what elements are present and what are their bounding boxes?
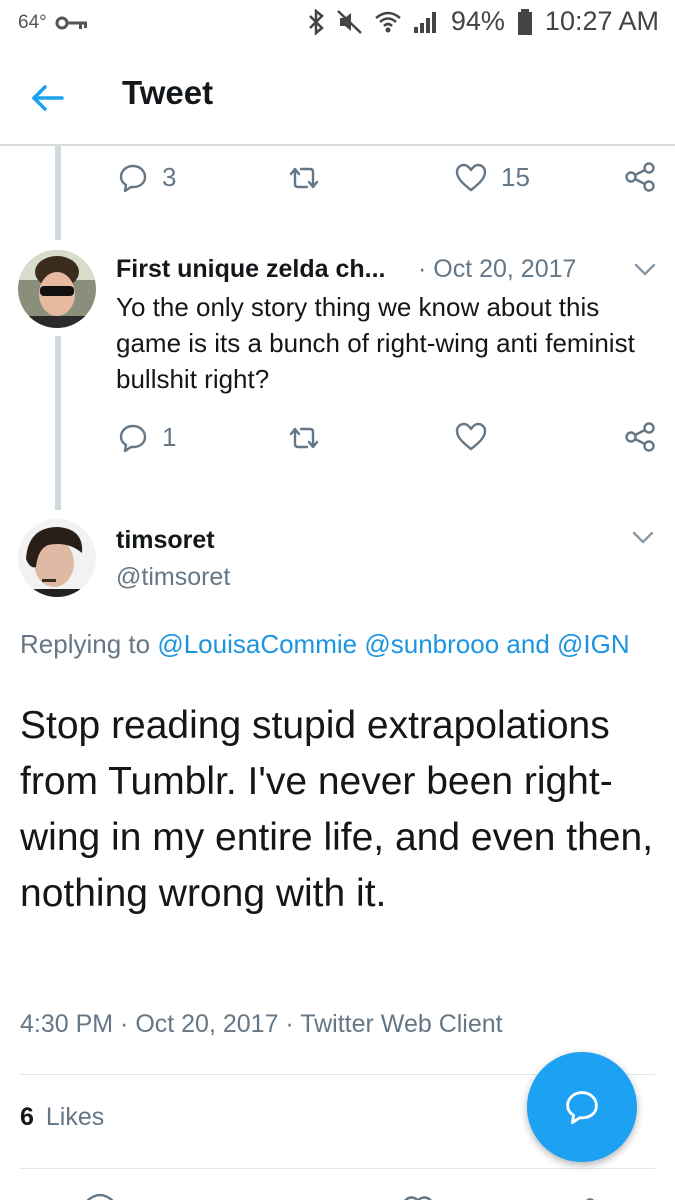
clock: 10:27 AM [544,6,659,36]
retweet-button[interactable] [287,164,321,192]
retweet-icon [289,427,319,449]
chevron-down-icon[interactable] [630,524,656,550]
heart-icon [455,422,487,451]
mention-link[interactable]: @sunbrooo [364,629,499,659]
battery-percent: 94% [450,6,505,36]
avatar[interactable] [18,250,96,328]
reply-icon [566,1091,598,1125]
reply-tweet-actions: 1 [0,412,675,462]
share-icon [625,422,655,452]
like-button[interactable]: 15 [455,162,530,193]
status-bar: 64° 94% 10:27 AM [0,0,675,48]
page-title: Tweet [122,74,214,111]
avatar-image [18,250,96,328]
signal-icon [413,11,436,33]
mute-icon [337,9,362,34]
reply-count: 1 [162,422,177,452]
reply-count: 3 [162,162,177,192]
replying-to: Replying to @LouisaCommie @sunbrooo and … [20,626,640,662]
bluetooth-icon [308,8,324,35]
tweet-text: Stop reading stupid extrapolations from … [20,704,654,915]
retweet-button[interactable] [287,424,321,452]
tweet-timestamp: 4:30 PM · Oct 20, 2017 · Twitter Web Cli… [20,1010,503,1038]
reply-button[interactable]: 1 [118,422,176,453]
and-text: and [499,629,557,659]
mention-link[interactable]: @IGN [557,629,630,659]
compose-reply-button[interactable] [527,1052,637,1162]
heart-icon [455,163,487,191]
share-icon [625,162,655,192]
like-count: 15 [501,162,530,192]
likes-stat[interactable]: 6 Likes [20,1103,104,1132]
author-name[interactable]: timsoret [116,526,215,555]
app-header: Tweet [0,48,675,146]
battery-icon [517,8,532,35]
mention-link[interactable]: @LouisaCommie [157,629,357,659]
likes-label: Likes [45,1103,105,1131]
prev-tweet-actions: 3 15 [0,152,675,202]
like-button[interactable] [455,422,487,452]
reply-button[interactable]: 3 [118,162,176,193]
likes-count: 6 [20,1103,34,1131]
reply-icon [119,424,147,452]
heart-icon[interactable] [398,1192,438,1200]
replying-to-label: Replying to [20,629,158,659]
divider [20,1168,655,1169]
avatar-image [18,519,96,597]
status-bar-right: 94% 10:27 AM [307,6,659,37]
tweet-date: · Oct 20, 2017 [418,255,577,283]
share-button[interactable] [624,162,656,192]
key-icon [55,16,87,30]
wifi-icon [375,11,401,32]
author-handle[interactable]: @timsoret [116,563,230,592]
reply-icon [119,164,147,192]
retweet-icon [289,167,319,189]
author-name[interactable]: First unique zelda ch... [116,255,385,284]
back-arrow-icon[interactable] [28,78,68,118]
status-bar-left: 64° [18,12,89,34]
tweet-text: Yo the only story thing we know about th… [116,292,635,394]
chevron-down-icon[interactable] [632,256,658,282]
share-icon[interactable] [580,1192,600,1200]
avatar[interactable] [18,519,96,597]
reply-icon[interactable] [80,1192,120,1200]
share-button[interactable] [624,422,656,452]
temperature-readout: 64° [18,12,47,33]
